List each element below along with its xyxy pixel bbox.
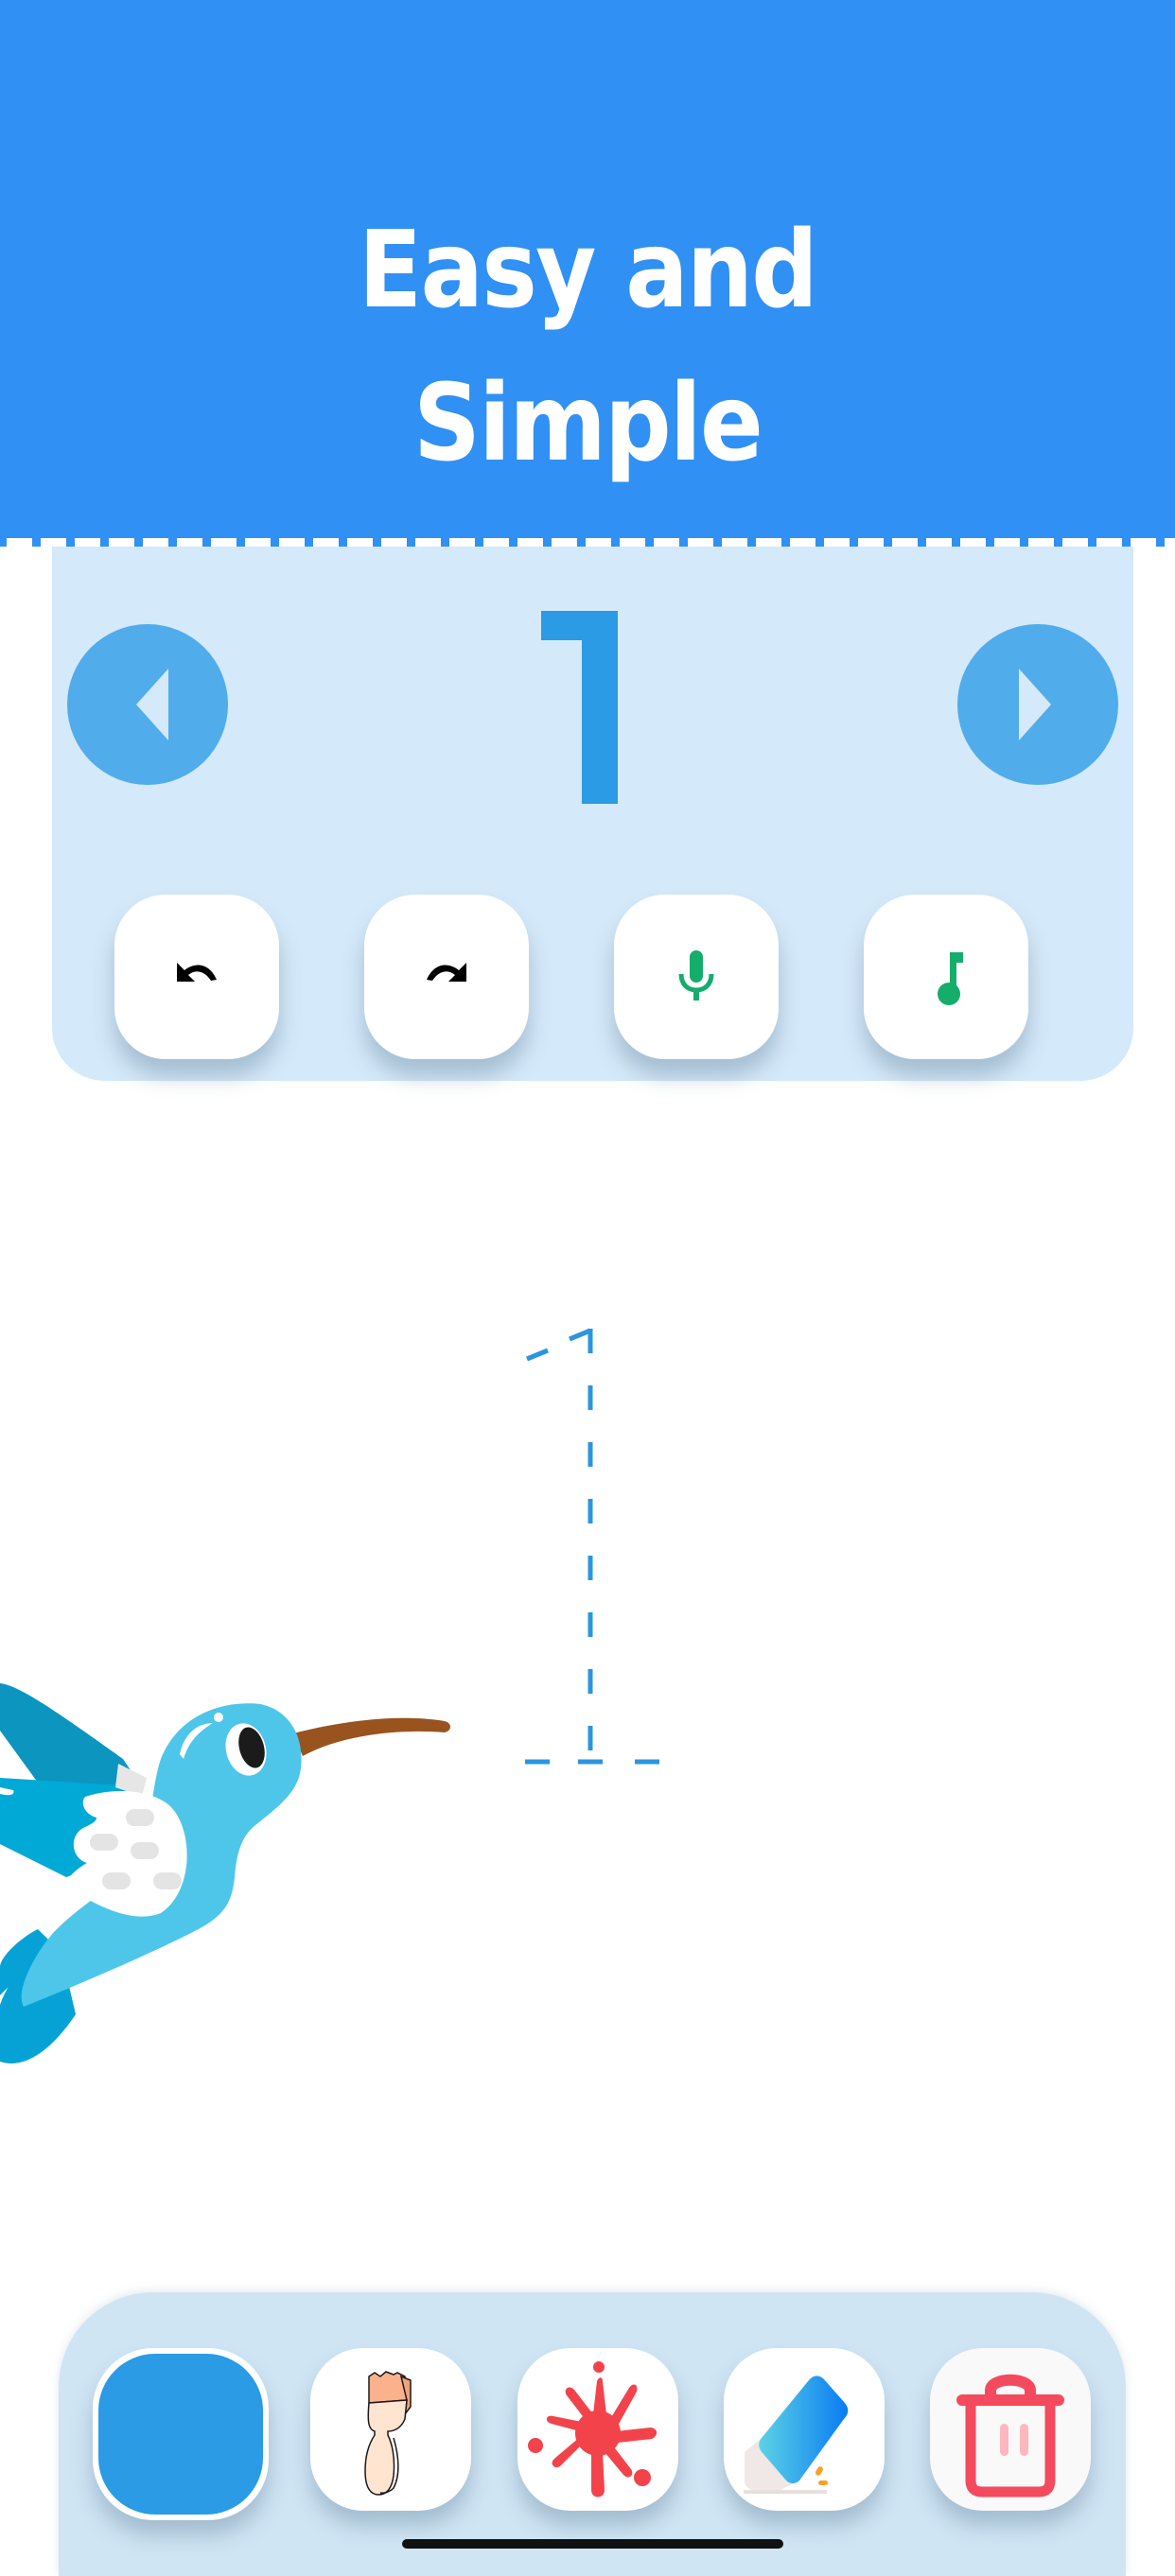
wing-spot [90, 1834, 118, 1851]
redo-button[interactable] [364, 895, 529, 1059]
microphone-icon [678, 950, 714, 1001]
hummingbird-mascot [0, 1683, 450, 2063]
next-number-button[interactable] [957, 624, 1118, 785]
banner-title-line-2: Simple [412, 362, 763, 485]
voice-record-button[interactable] [614, 895, 779, 1059]
paint-splash-icon [528, 2361, 658, 2498]
banner-dashed-border [0, 538, 1175, 547]
selected-color-swatch [98, 2354, 263, 2515]
eraser-tool-button[interactable] [724, 2348, 885, 2511]
triangle-left-icon [136, 669, 168, 740]
paintbrush-icon [364, 2371, 412, 2496]
guide-flag-dash-1 [526, 1348, 549, 1362]
digit-1-glyph [541, 611, 618, 804]
banner-title: Easy and Simple [71, 194, 1105, 500]
beak [293, 1717, 450, 1756]
current-number-digit: 1 [530, 605, 618, 804]
current-number-text: 1 [530, 605, 531, 606]
header-banner: Easy and Simple [0, 0, 1175, 547]
banner-title-line-1: Easy and [358, 209, 818, 332]
undo-icon [177, 963, 217, 982]
previous-number-button[interactable] [67, 624, 228, 785]
tracing-guide [525, 1328, 659, 1765]
trash-icon [956, 2374, 1064, 2498]
wing-spot [102, 1872, 131, 1889]
music-note-icon [938, 952, 963, 1005]
brush-tool-button[interactable] [310, 2348, 471, 2511]
guide-flag-dash-2 [569, 1328, 591, 1342]
wing-spot [153, 1872, 182, 1889]
clear-canvas-button[interactable] [930, 2348, 1091, 2511]
eraser-icon [744, 2376, 849, 2494]
color-picker-button[interactable] [93, 2348, 269, 2520]
paint-splash-tool-button[interactable] [517, 2348, 678, 2511]
home-indicator[interactable] [402, 2539, 783, 2549]
undo-button[interactable] [114, 895, 279, 1059]
head-highlight-dot [214, 1713, 223, 1722]
redo-icon [427, 963, 466, 982]
wing-spot [126, 1809, 154, 1826]
triangle-right-icon [1019, 669, 1051, 740]
music-toggle-button[interactable] [864, 895, 1028, 1059]
wing-spot [131, 1842, 159, 1859]
